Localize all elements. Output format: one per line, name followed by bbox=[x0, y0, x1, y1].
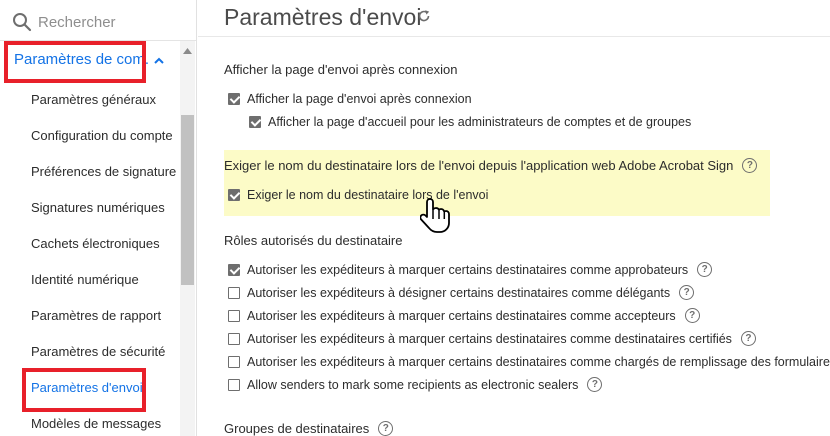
option-row: Autoriser les expéditeurs à désigner cer… bbox=[228, 285, 695, 300]
help-icon[interactable]: ? bbox=[742, 158, 758, 173]
sidebar-item-account-setup[interactable]: Configuration du compte bbox=[31, 128, 173, 143]
section-title-send-page: Afficher la page d'envoi après connexion bbox=[224, 62, 458, 77]
help-icon[interactable]: ? bbox=[378, 421, 394, 436]
checkbox-label: Autoriser les expéditeurs à marquer cert… bbox=[247, 308, 676, 323]
help-icon[interactable]: ? bbox=[697, 262, 713, 277]
help-icon[interactable]: ? bbox=[679, 285, 695, 300]
hand-pointer-cursor-icon bbox=[420, 198, 450, 233]
sidebar-item-security-settings[interactable]: Paramètres de sécurité bbox=[31, 344, 165, 359]
refresh-icon[interactable] bbox=[417, 9, 431, 23]
checkbox[interactable] bbox=[228, 378, 240, 391]
checkbox[interactable] bbox=[249, 116, 261, 128]
scroll-up-arrow-icon[interactable] bbox=[183, 48, 192, 54]
sidebar-item-general-settings[interactable]: Paramètres généraux bbox=[31, 92, 156, 107]
search-icon bbox=[13, 13, 32, 32]
checkbox-label: Afficher la page d'envoi après connexion bbox=[247, 92, 472, 106]
checkbox[interactable] bbox=[228, 286, 240, 299]
checkbox[interactable] bbox=[228, 93, 240, 105]
option-row: Allow senders to mark some recipients as… bbox=[228, 377, 603, 392]
checkbox-label: Autoriser les expéditeurs à marquer cert… bbox=[247, 354, 830, 369]
sidebar-item-electronic-seals[interactable]: Cachets électroniques bbox=[31, 236, 160, 251]
checkbox[interactable] bbox=[228, 189, 240, 201]
checkbox-label: Autoriser les expéditeurs à marquer cert… bbox=[247, 262, 689, 277]
option-row: Afficher la page d'envoi après connexion bbox=[228, 92, 472, 106]
help-icon[interactable]: ? bbox=[684, 308, 700, 323]
sidebar-item-signature-preferences[interactable]: Préférences de signature bbox=[31, 164, 176, 179]
scrollbar-thumb[interactable] bbox=[181, 115, 194, 285]
section-title-text: Exiger le nom du destinataire lors de l'… bbox=[224, 158, 734, 173]
section-title-groups: Groupes de destinataires ? bbox=[224, 421, 394, 436]
checkbox-label: Exiger le nom du destinataire lors de l'… bbox=[247, 188, 489, 202]
sidebar-item-report-settings[interactable]: Paramètres de rapport bbox=[31, 308, 161, 323]
checkbox-label: Autoriser les expéditeurs à marquer cert… bbox=[247, 331, 732, 346]
option-row: Autoriser les expéditeurs à marquer cert… bbox=[228, 308, 700, 323]
sidebar: Rechercher Paramètres de com. Paramètres… bbox=[0, 0, 197, 436]
sidebar-item-message-templates[interactable]: Modèles de messages bbox=[31, 416, 161, 431]
divider bbox=[198, 36, 830, 37]
chevron-up-icon[interactable] bbox=[153, 55, 165, 67]
checkbox-label: Afficher la page d'accueil pour les admi… bbox=[268, 115, 692, 129]
checkbox-label: Allow senders to mark some recipients as… bbox=[247, 377, 579, 392]
search-input[interactable]: Rechercher bbox=[38, 14, 116, 31]
help-icon[interactable]: ? bbox=[740, 331, 756, 346]
checkbox[interactable] bbox=[228, 263, 240, 276]
annotation-highlight-box bbox=[22, 368, 146, 412]
annotation-highlight-box bbox=[4, 41, 146, 83]
checkbox[interactable] bbox=[228, 332, 240, 345]
section-title-roles: Rôles autorisés du destinataire bbox=[224, 233, 403, 248]
page-title: Paramètres d'envoi bbox=[224, 4, 422, 30]
checkbox[interactable] bbox=[228, 355, 240, 368]
checkbox[interactable] bbox=[228, 309, 240, 322]
sidebar-item-digital-identity[interactable]: Identité numérique bbox=[31, 272, 139, 287]
checkbox-label: Autoriser les expéditeurs à désigner cer… bbox=[247, 285, 671, 300]
search-box[interactable]: Rechercher bbox=[12, 12, 116, 32]
main-content: Paramètres d'envoi Afficher la page d'en… bbox=[198, 0, 830, 436]
option-row: Autoriser les expéditeurs à marquer cert… bbox=[228, 354, 830, 369]
option-row: Autoriser les expéditeurs à marquer cert… bbox=[228, 262, 713, 277]
help-icon[interactable]: ? bbox=[587, 377, 603, 392]
option-row: Afficher la page d'accueil pour les admi… bbox=[249, 115, 691, 129]
option-row: Autoriser les expéditeurs à marquer cert… bbox=[228, 331, 756, 346]
section-title-text: Groupes de destinataires bbox=[224, 421, 370, 436]
sidebar-item-digital-signatures[interactable]: Signatures numériques bbox=[31, 200, 165, 215]
section-title-require-name: Exiger le nom du destinataire lors de l'… bbox=[224, 158, 758, 173]
